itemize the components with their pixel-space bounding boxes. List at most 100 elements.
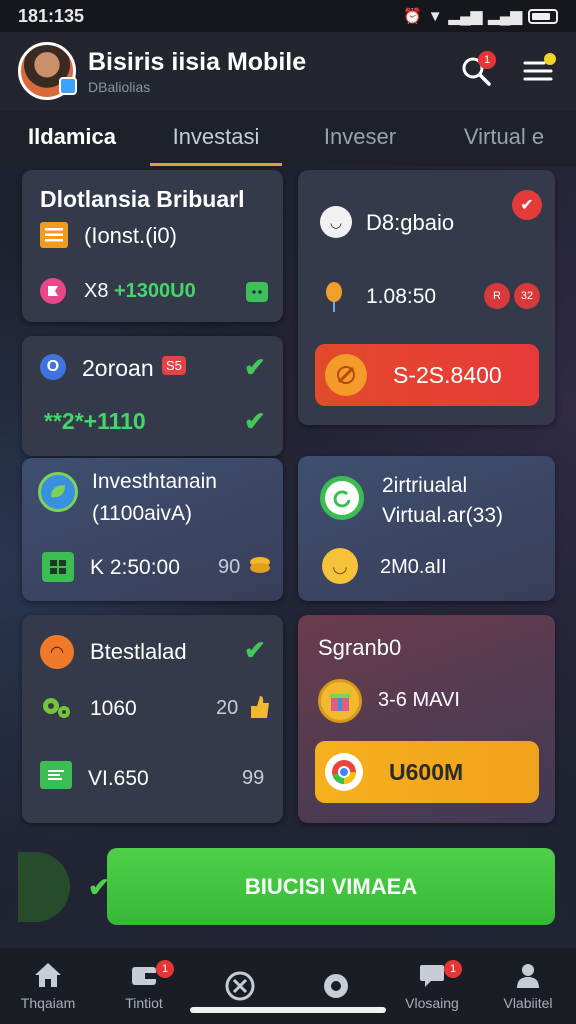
cta-side-tab[interactable] bbox=[18, 852, 70, 922]
card-subtitle: (Ionst.(i0) bbox=[84, 223, 177, 248]
grid-icon bbox=[42, 552, 74, 582]
gift-icon bbox=[318, 679, 362, 723]
amount-pill-button[interactable]: S-2S.8400 bbox=[315, 344, 539, 406]
coins-icon bbox=[248, 554, 272, 578]
tab-investasi[interactable]: Investasi bbox=[144, 110, 288, 166]
status-icons: ⏰ ▼ ▂▄▆ ▂▄▆ bbox=[403, 7, 558, 25]
circle-o-icon: O bbox=[40, 354, 66, 380]
card-stat: **2*+1110 bbox=[44, 408, 146, 434]
signal-icon: ▂▄▆ bbox=[448, 8, 483, 25]
check-icon: ✔ bbox=[244, 635, 266, 665]
wallet-icon bbox=[246, 282, 268, 302]
thumbs-up-icon bbox=[246, 693, 272, 721]
card-title: Investhtanain bbox=[92, 470, 217, 493]
badge-b: 32 bbox=[514, 283, 540, 309]
app-subtitle: DBaliolias bbox=[88, 78, 151, 95]
wifi-icon: ▼ bbox=[427, 7, 443, 25]
nav-item-vlosaing[interactable]: 1 Vlosaing bbox=[384, 948, 480, 1024]
card-2oroan[interactable]: O 2oroan S5 ✔ **2*+1110 ✔ bbox=[22, 336, 283, 456]
balloon-icon bbox=[322, 282, 346, 312]
card-title: Sgranb0 bbox=[318, 635, 402, 660]
badge-a: R bbox=[484, 283, 510, 309]
chat-icon bbox=[420, 965, 444, 987]
card-value: K 2:50:00 bbox=[90, 556, 180, 579]
card-value: 1060 bbox=[90, 697, 137, 720]
battery-icon bbox=[528, 8, 558, 24]
card-title: D8:gbaio bbox=[366, 210, 455, 235]
card-value: +1300U0 bbox=[114, 280, 196, 302]
avatar[interactable] bbox=[18, 42, 77, 100]
nav-label: Tintiot bbox=[125, 995, 163, 1011]
card-side-b: 99 bbox=[242, 767, 265, 789]
check-icon-2: ✔ bbox=[244, 406, 266, 436]
card-value: 2oroan bbox=[82, 355, 154, 381]
list-icon bbox=[40, 222, 68, 248]
home-icon bbox=[35, 963, 61, 987]
menu-badge bbox=[544, 53, 556, 65]
tab-inveser[interactable]: Inveser bbox=[288, 110, 432, 166]
card-side-value: 90 bbox=[218, 556, 241, 578]
wallet-icon bbox=[132, 967, 156, 985]
card-value: 2M0.aII bbox=[380, 556, 447, 578]
nav-item-profile[interactable]: Vlabiitel bbox=[480, 948, 576, 1024]
nav-badge: 1 bbox=[444, 960, 462, 978]
status-time: 181:135 bbox=[18, 5, 85, 26]
emoji-icon: ◡ bbox=[322, 548, 358, 584]
app-header: Bisiris iisia Mobile DBaliolias 1 bbox=[0, 32, 576, 110]
cta-button[interactable]: BIUCISI VIMAEA bbox=[107, 848, 555, 925]
leaf-icon bbox=[38, 472, 78, 512]
angry-icon: ◠ bbox=[40, 635, 74, 669]
alarm-icon: ⏰ bbox=[403, 8, 422, 25]
pill-label: U600M bbox=[389, 758, 464, 785]
card-value-b: VI.650 bbox=[88, 767, 149, 790]
card-value-prefix: X8 bbox=[84, 280, 109, 302]
card-tag: S5 bbox=[162, 356, 186, 375]
nav-label: Vlosaing bbox=[405, 995, 459, 1011]
flag-icon bbox=[40, 278, 66, 304]
card-side-a: 20 bbox=[216, 697, 239, 719]
tab-ildamica[interactable]: Ildamica bbox=[0, 110, 144, 166]
tab-virtual[interactable]: Virtual e bbox=[432, 110, 576, 166]
menu-button[interactable] bbox=[518, 51, 558, 91]
check-icon: ✔ bbox=[244, 352, 266, 382]
nav-item-tintiot[interactable]: 1 Tintiot bbox=[96, 948, 192, 1024]
nav-label: Vlabiitel bbox=[503, 995, 553, 1011]
home-indicator[interactable] bbox=[190, 1007, 386, 1013]
cross-icon bbox=[225, 971, 255, 1001]
gears-icon bbox=[40, 693, 74, 723]
pill-label: S-2S.8400 bbox=[393, 361, 502, 388]
coin-icon bbox=[325, 354, 367, 396]
nav-label: Thqaiam bbox=[20, 995, 76, 1011]
card-d8gbaio[interactable]: ◡ D8:gbaio ✔ 1.08:50 R 32 S-2S.8400 bbox=[298, 170, 555, 425]
status-bar: 181:135 ⏰ ▼ ▂▄▆ ▂▄▆ bbox=[0, 0, 576, 32]
refresh-icon bbox=[320, 476, 364, 520]
card-title: Btestlalad bbox=[90, 639, 187, 664]
app-title: Bisiris iisia Mobile bbox=[88, 47, 307, 76]
tab-bar: Ildamica Investasi Inveser Virtual e bbox=[0, 110, 576, 166]
chrome-icon bbox=[325, 753, 363, 791]
message-icon bbox=[40, 761, 72, 789]
gear-icon bbox=[324, 974, 348, 998]
search-button[interactable]: 1 bbox=[456, 51, 496, 91]
offer-pill-button[interactable]: U600M bbox=[315, 741, 539, 803]
profile-icon bbox=[517, 964, 539, 988]
signal-icon-2: ▂▄▆ bbox=[488, 8, 522, 25]
header-text: Bisiris iisia Mobile DBaliolias bbox=[88, 48, 434, 95]
card-value: 3-6 MAVI bbox=[378, 689, 460, 711]
smiley-icon: ◡ bbox=[320, 206, 352, 238]
card-sgranb0[interactable]: Sgranb0 3-6 MAVI U600M bbox=[298, 615, 555, 823]
check-circle-icon: ✔ bbox=[512, 190, 542, 220]
nav-badge: 1 bbox=[156, 960, 174, 978]
card-title: Dlotlansia Bribuarl bbox=[40, 186, 245, 212]
card-dlotlansia[interactable]: Dlotlansia Bribuarl (Ionst.(i0) X8 +1300… bbox=[22, 170, 283, 322]
card-investhtanain[interactable]: Investhtanain (1100aivA) K 2:50:00 90 bbox=[22, 458, 283, 601]
card-subtitle: Virtual.ar(33) bbox=[382, 504, 503, 527]
search-badge: 1 bbox=[478, 51, 496, 69]
card-subtitle: (1100aivA) bbox=[92, 502, 192, 525]
card-virtual[interactable]: 2irtriualal Virtual.ar(33) ◡ 2M0.aII bbox=[298, 456, 555, 601]
nav-item-home[interactable]: Thqaiam bbox=[0, 948, 96, 1024]
card-amount: 1.08:50 bbox=[366, 285, 437, 308]
card-title: 2irtriualal bbox=[382, 474, 468, 497]
card-btestlalad[interactable]: ◠ Btestlalad ✔ 1060 20 VI.650 99 bbox=[22, 615, 283, 823]
avatar-badge bbox=[59, 77, 77, 95]
